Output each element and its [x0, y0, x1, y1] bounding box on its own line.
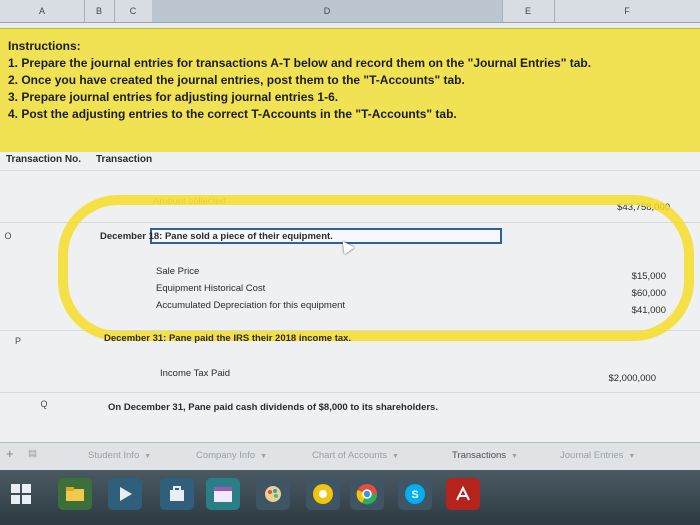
- tab-journal-entries-label: Journal Entries: [560, 450, 624, 461]
- tab-transactions-label: Transactions: [452, 450, 507, 461]
- instructions-heading: Instructions:: [8, 39, 81, 53]
- equipment-cost-value[interactable]: $60,000: [632, 288, 666, 299]
- acrobat-icon[interactable]: [446, 478, 480, 510]
- calendar-icon[interactable]: [206, 478, 240, 510]
- header-transaction[interactable]: Transaction: [96, 154, 152, 165]
- windows-start-icon[interactable]: [4, 478, 38, 510]
- sale-price-value[interactable]: $15,000: [632, 271, 666, 282]
- instruction-item-3: 3. Prepare journal entries for adjusting…: [8, 90, 339, 104]
- tab-transactions[interactable]: Transactions ▼: [452, 450, 518, 461]
- tab-company-info-label: Company Info: [196, 450, 256, 461]
- equipment-cost-label[interactable]: Equipment Historical Cost: [156, 283, 265, 294]
- column-header-e[interactable]: E: [502, 0, 555, 22]
- row-label-p[interactable]: P: [10, 336, 26, 346]
- transaction-o-description[interactable]: December 18: Pane sold a piece of their …: [100, 231, 333, 242]
- skype-icon[interactable]: S: [398, 478, 432, 510]
- row-divider: [0, 222, 700, 223]
- svg-text:S: S: [411, 489, 418, 501]
- tab-student-info[interactable]: Student Info ▼: [88, 450, 151, 461]
- accumulated-depreciation-label[interactable]: Accumulated Depreciation for this equipm…: [156, 300, 345, 311]
- tab-journal-entries[interactable]: Journal Entries ▼: [560, 450, 635, 461]
- accumulated-depreciation-value[interactable]: $41,000: [632, 305, 666, 316]
- media-player-icon[interactable]: [108, 478, 142, 510]
- row-divider: [0, 392, 700, 393]
- tab-student-info-label: Student Info: [88, 450, 140, 461]
- income-tax-paid-value[interactable]: $2,000,000: [608, 373, 656, 384]
- column-header-f[interactable]: F: [554, 0, 700, 22]
- file-explorer-icon[interactable]: [58, 478, 92, 510]
- caret-down-icon: ▼: [260, 453, 268, 460]
- sheet-menu-icon[interactable]: ▤: [28, 448, 37, 459]
- caret-down-icon: ▼: [391, 453, 399, 460]
- transaction-p-description[interactable]: December 31: Pane paid the IRS their 201…: [104, 333, 351, 344]
- paint-icon[interactable]: [256, 478, 290, 510]
- column-header-d[interactable]: D: [152, 0, 503, 22]
- os-taskbar: S: [0, 470, 700, 525]
- store-icon[interactable]: [160, 478, 194, 510]
- add-sheet-icon[interactable]: +: [6, 446, 14, 461]
- tab-chart-of-accounts-label: Chart of Accounts: [312, 450, 387, 461]
- tab-chart-of-accounts[interactable]: Chart of Accounts ▼: [312, 450, 399, 461]
- row-divider: [0, 170, 700, 171]
- sale-price-label[interactable]: Sale Price: [156, 266, 199, 277]
- column-header-c[interactable]: C: [114, 0, 153, 22]
- spreadsheet-grid[interactable]: [0, 152, 700, 442]
- row-divider: [0, 330, 700, 331]
- caret-down-icon: ▼: [144, 453, 152, 460]
- instruction-item-2: 2. Once you have created the journal ent…: [8, 73, 465, 87]
- amount-collected-label[interactable]: Amount collected: [153, 196, 226, 207]
- row-label-q[interactable]: Q: [36, 399, 52, 409]
- tab-company-info[interactable]: Company Info ▼: [196, 450, 267, 461]
- income-tax-paid-label[interactable]: Income Tax Paid: [160, 368, 230, 379]
- column-header-bar: A B C D E F: [0, 0, 700, 23]
- header-transaction-no[interactable]: Transaction No.: [6, 154, 81, 165]
- caret-down-icon: ▼: [511, 453, 518, 460]
- sheet-tab-bar: + ▤ Student Info ▼ Company Info ▼ Chart of…: [0, 442, 700, 471]
- column-header-b[interactable]: B: [84, 0, 115, 22]
- transaction-q-description[interactable]: On December 31, Pane paid cash dividends…: [108, 402, 438, 413]
- caret-down-icon: ▼: [628, 453, 636, 460]
- instruction-item-4: 4. Post the adjusting entries to the cor…: [8, 107, 457, 121]
- amount-collected-value[interactable]: $43,758,000: [617, 202, 670, 213]
- google-chrome-icon[interactable]: [350, 478, 384, 510]
- column-header-a[interactable]: A: [0, 0, 85, 22]
- instruction-item-1: 1. Prepare the journal entries for trans…: [8, 56, 592, 70]
- row-label-o[interactable]: O: [0, 231, 16, 241]
- instructions-box[interactable]: Instructions: 1. Prepare the journal ent…: [0, 28, 700, 154]
- chrome-icon[interactable]: [306, 478, 340, 510]
